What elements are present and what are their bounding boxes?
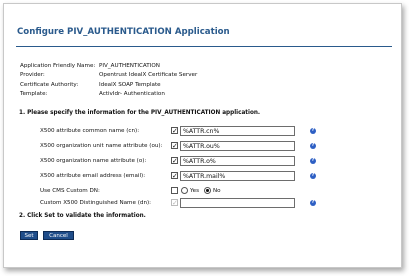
info-value: PIV_AUTHENTICATION [99,62,160,69]
info-value: ActivIdr- Authentication [99,91,165,98]
info-row-provider: Provider: Opentrust IdealX Certificate S… [20,71,197,81]
info-value: Opentrust IdealX Certificate Server [99,72,198,79]
no-radio-label: No [213,188,221,194]
cms-custom-dn-label: Use CMS Custom DN: [40,188,100,194]
title-divider [16,46,392,47]
checkmark-icon: ✓ [172,157,178,165]
field-label-ou: X500 organization unit name attribute (o… [40,143,163,149]
application-info: Application Friendly Name: PIV_AUTHENTIC… [20,61,197,99]
help-icon[interactable]: ? [310,143,316,149]
cn-checkbox[interactable]: ✓ [171,127,178,135]
step-1-instruction: 1. Please specify the information for th… [19,110,261,116]
field-row-cms-custom-dn: Use CMS Custom DN: Yes No [40,186,320,198]
field-row-o: X500 organization name attribute (o): ✓ … [40,156,320,168]
cancel-button[interactable]: Cancel [43,231,74,240]
step-2-instruction: 2. Click Set to validate the information… [19,213,146,219]
set-button[interactable]: Set [20,231,38,240]
info-value: IdealX SOAP Template [99,81,161,88]
checkmark-icon: ✓ [172,172,178,180]
yes-radio-label: Yes [190,188,200,194]
field-row-ou: X500 organization unit name attribute (o… [40,141,320,153]
ou-checkbox[interactable]: ✓ [171,142,178,150]
info-row-friendly-name: Application Friendly Name: PIV_AUTHENTIC… [20,61,197,71]
custom-dn-label: Custom X500 Distinguished Name (dn): [40,200,152,206]
info-label: Provider: [20,72,45,79]
custom-dn-checkbox[interactable]: ✓ [171,199,178,207]
help-icon[interactable]: ? [310,200,316,206]
help-icon[interactable]: ? [310,128,316,134]
no-radio[interactable] [204,187,211,194]
o-input[interactable] [180,156,295,166]
cms-custom-dn-checkbox[interactable] [171,187,178,194]
checkmark-icon: ✓ [172,142,178,150]
info-label: Certificate Authority: [20,81,79,88]
ou-input[interactable] [180,141,295,151]
info-row-certificate-authority: Certificate Authority: IdealX SOAP Templ… [20,80,197,90]
cn-input[interactable] [180,126,295,136]
checkmark-icon: ✓ [172,199,178,207]
help-icon[interactable]: ? [310,173,316,179]
dialog-frame: Configure PIV_AUTHENTICATION Application… [3,3,402,268]
info-label: Application Friendly Name: [20,62,96,69]
checkmark-icon: ✓ [172,127,178,135]
info-label: Template: [20,91,48,98]
yes-radio[interactable] [181,187,188,194]
field-label-cn: X500 attribute common name (cn): [40,128,140,134]
o-checkbox[interactable]: ✓ [171,157,178,165]
field-row-email: X500 attribute email address (email): ✓ … [40,171,320,183]
field-label-o: X500 organization name attribute (o): [40,158,147,164]
custom-dn-input[interactable] [180,198,295,208]
email-checkbox[interactable]: ✓ [171,172,178,180]
field-row-custom-dn: Custom X500 Distinguished Name (dn): ✓ ? [40,198,320,210]
field-row-cn: X500 attribute common name (cn): ✓ ? [40,126,320,138]
help-icon[interactable]: ? [310,158,316,164]
field-label-email: X500 attribute email address (email): [40,173,146,179]
page-title: Configure PIV_AUTHENTICATION Application [17,27,230,37]
info-row-template: Template: ActivIdr- Authentication [20,90,197,100]
email-input[interactable] [180,171,295,181]
